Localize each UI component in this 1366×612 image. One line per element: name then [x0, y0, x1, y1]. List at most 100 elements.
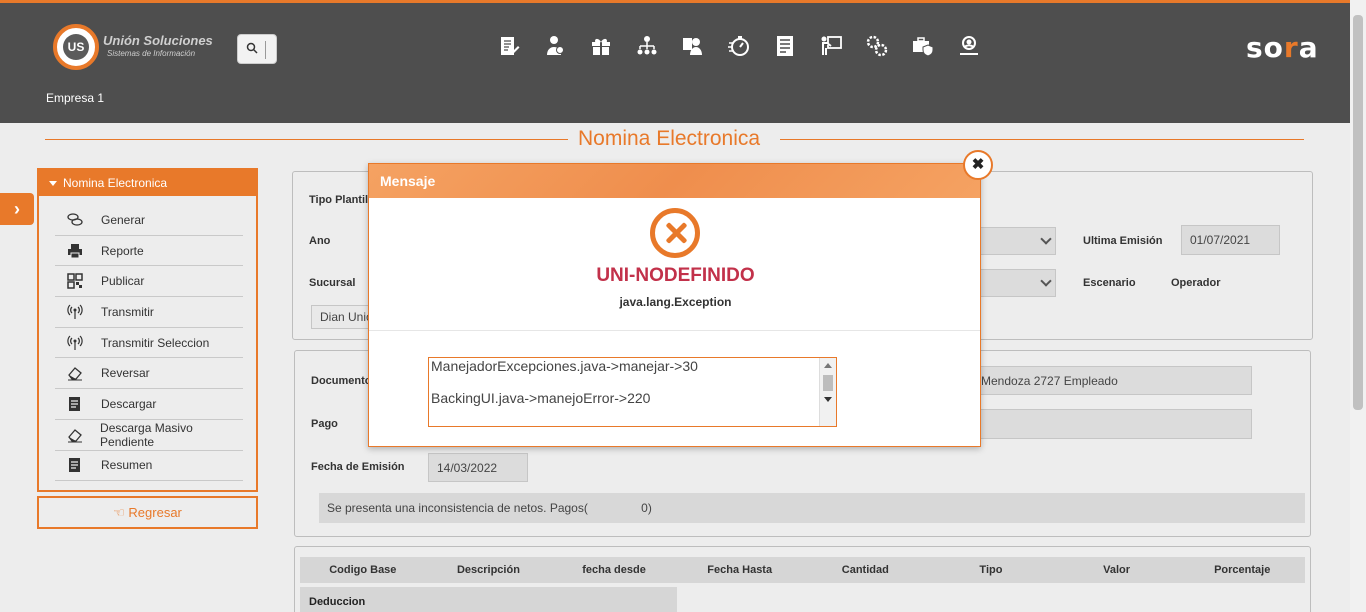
- ano-label: Ano: [309, 235, 331, 247]
- gift-icon[interactable]: [578, 31, 624, 61]
- sidebar-header[interactable]: Nomina Electronica: [39, 170, 256, 196]
- sidebar-item-transmitir[interactable]: Transmitir: [55, 297, 243, 328]
- scroll-thumb[interactable]: [823, 375, 833, 391]
- sidebar-menu: Generar Reporte Publicar Transmitir Tran…: [55, 205, 243, 482]
- sidebar-item-transmitir-seleccion[interactable]: Transmitir Seleccion: [55, 328, 243, 359]
- fecha-emision-label: Fecha de Emisión: [311, 461, 405, 473]
- sidebar-item-label: Generar: [101, 212, 146, 227]
- logo-mark: US: [53, 24, 99, 70]
- title-rule-right: [780, 139, 1304, 140]
- eraser-icon: [65, 365, 85, 381]
- stopwatch-icon[interactable]: [716, 31, 762, 61]
- back-button-label: Regresar: [128, 505, 182, 520]
- logo-name: Unión Soluciones: [103, 33, 213, 48]
- module-nav: [486, 31, 992, 61]
- trace-scrollbar[interactable]: [819, 358, 836, 426]
- tipo-plantilla-label: Tipo Plantil: [309, 194, 369, 206]
- sidebar-item-reversar[interactable]: Reversar: [55, 358, 243, 390]
- page-title: Nomina Electronica: [578, 127, 761, 150]
- document-list-icon[interactable]: [762, 31, 808, 61]
- gears-icon[interactable]: [854, 31, 900, 61]
- column-header[interactable]: Codigo Base: [300, 557, 426, 583]
- title-rule-left: [45, 139, 568, 140]
- sidebar-item-publicar[interactable]: Publicar: [55, 266, 243, 298]
- back-button[interactable]: ☜ Regresar: [37, 496, 258, 529]
- ultima-emision-label: Ultima Emisión: [1083, 235, 1163, 247]
- sidebar-item-generar[interactable]: Generar: [55, 205, 243, 236]
- scroll-down-icon[interactable]: [824, 397, 832, 402]
- user-search-icon[interactable]: [946, 31, 992, 61]
- documento-label: Documento: [311, 375, 372, 387]
- user-card-icon[interactable]: [670, 31, 716, 61]
- empleado-field[interactable]: Mendoza 2727 Empleado: [972, 366, 1252, 395]
- trace-line: BackingUI.java->manejoError->220: [431, 390, 651, 406]
- escenario-label: Escenario: [1083, 277, 1136, 289]
- pago-field[interactable]: [972, 409, 1252, 439]
- hand-point-left-icon: ☜: [113, 505, 129, 520]
- printer-icon: [65, 243, 85, 259]
- dialog-title: Mensaje: [369, 164, 980, 198]
- error-icon: [650, 208, 700, 258]
- sidebar-item-descargar[interactable]: Descargar: [55, 389, 243, 420]
- sidebar-item-label: Reversar: [101, 366, 150, 381]
- inconsistency-message: Se presenta una inconsistencia de netos.…: [319, 493, 1305, 523]
- column-header[interactable]: Porcentaje: [1179, 557, 1305, 583]
- fecha-emision-field[interactable]: 14/03/2022: [428, 453, 528, 482]
- search-button[interactable]: [237, 34, 277, 64]
- sidebar-item-reporte[interactable]: Reporte: [55, 236, 243, 267]
- sidebar-title: Nomina Electronica: [63, 176, 168, 190]
- trace-line: ManejadorExcepciones.java->manejar->30: [431, 358, 698, 374]
- dialog-divider: [369, 330, 980, 331]
- document-icon: [65, 396, 85, 412]
- sidebar-item-label: Descarga Masivo Pendiente: [100, 420, 193, 449]
- column-header[interactable]: Fecha Hasta: [677, 557, 803, 583]
- stack-trace-textarea[interactable]: ManejadorExcepciones.java->manejar->30 B…: [428, 357, 837, 427]
- column-header[interactable]: Descripción: [426, 557, 552, 583]
- sidebar-item-resumen[interactable]: Resumen: [55, 451, 243, 482]
- presentation-icon[interactable]: [808, 31, 854, 61]
- exception-name: java.lang.Exception: [619, 295, 732, 309]
- company-logo[interactable]: US Unión Soluciones Sistemas de Informac…: [53, 24, 223, 70]
- coins-icon: [65, 212, 85, 228]
- broadcast-icon: [65, 335, 85, 351]
- escenario-value: Operador: [1171, 277, 1221, 289]
- sidebar-item-label: Reporte: [101, 243, 144, 258]
- company-name: Empresa 1: [46, 91, 105, 105]
- ultima-emision-field[interactable]: 01/07/2021: [1181, 225, 1280, 255]
- org-chart-icon[interactable]: [624, 31, 670, 61]
- search-icon: [246, 42, 258, 54]
- search-divider: [265, 41, 266, 59]
- error-dialog: Mensaje UNI-NODEFINIDO java.lang.Excepti…: [368, 163, 981, 447]
- sidebar-item-label: Resumen: [101, 458, 153, 473]
- qr-code-icon: [65, 273, 85, 289]
- close-icon: ✖: [971, 156, 985, 173]
- scroll-up-icon[interactable]: [824, 363, 832, 368]
- sidebar-item-label: Descargar: [101, 396, 157, 411]
- top-header: US Unión Soluciones Sistemas de Informac…: [0, 0, 1350, 123]
- form-edit-icon[interactable]: [486, 31, 532, 61]
- logo-initials: US: [63, 34, 89, 60]
- eraser-icon: [65, 427, 84, 443]
- document-icon: [65, 457, 85, 473]
- pago-label: Pago: [311, 418, 338, 430]
- sidebar-item-label: Transmitir Seleccion: [101, 335, 210, 350]
- page-scrollbar[interactable]: [1350, 0, 1366, 612]
- column-header[interactable]: Valor: [1054, 557, 1180, 583]
- column-header[interactable]: Tipo: [928, 557, 1054, 583]
- briefcase-shield-icon[interactable]: [900, 31, 946, 61]
- brand-logo: sora: [1246, 31, 1319, 64]
- user-money-icon[interactable]: [532, 31, 578, 61]
- page-scroll-thumb[interactable]: [1353, 15, 1363, 410]
- sidebar-item-label: Transmitir: [101, 304, 154, 319]
- deduccion-section: Deduccion: [300, 587, 677, 612]
- sidebar-item-descarga-masivo[interactable]: Descarga Masivo Pendiente: [55, 420, 243, 451]
- close-dialog-button[interactable]: ✖: [963, 150, 993, 180]
- sidebar: Nomina Electronica Generar Reporte Publi…: [37, 168, 258, 492]
- sidebar-item-label: Publicar: [101, 274, 145, 289]
- column-header[interactable]: Cantidad: [803, 557, 929, 583]
- column-header[interactable]: fecha desde: [551, 557, 677, 583]
- caret-down-icon: [49, 181, 57, 186]
- sidebar-toggle[interactable]: ›: [0, 193, 34, 225]
- table-header: Codigo Base Descripción fecha desde Fech…: [300, 557, 1305, 583]
- broadcast-icon: [65, 304, 85, 320]
